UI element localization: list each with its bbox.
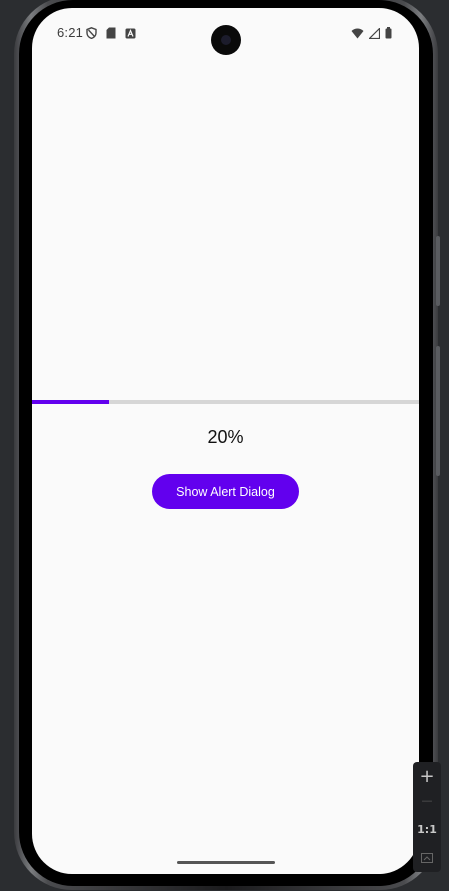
battery-icon xyxy=(385,26,392,44)
sd-card-icon xyxy=(106,26,116,44)
progress-bar-fill xyxy=(32,400,110,404)
device-screen: 6:21 20% Show Alert Dialog xyxy=(32,8,419,874)
progress-bar xyxy=(32,400,419,404)
a-notification-icon xyxy=(125,26,136,44)
system-icons xyxy=(351,26,392,44)
shield-icon xyxy=(86,26,97,44)
status-time: 6:21 xyxy=(57,25,84,40)
cellular-signal-icon xyxy=(368,26,381,44)
emulator-zoom-toolbar: + — 1:1 xyxy=(413,762,441,872)
show-alert-dialog-button[interactable]: Show Alert Dialog xyxy=(152,474,299,509)
fit-screen-icon[interactable] xyxy=(413,848,441,867)
front-camera xyxy=(211,25,241,55)
wifi-icon xyxy=(351,26,364,44)
zoom-out-button[interactable]: — xyxy=(413,794,441,807)
zoom-in-button[interactable]: + xyxy=(413,766,441,787)
status-bar: 6:21 xyxy=(32,8,419,56)
gesture-nav-handle[interactable] xyxy=(177,861,275,864)
actual-size-button[interactable]: 1:1 xyxy=(413,823,441,836)
emulator-stage: 6:21 20% Show Alert Dialog + — 1:1 xyxy=(0,0,449,891)
notification-icons xyxy=(86,26,136,44)
volume-button[interactable] xyxy=(436,236,440,306)
progress-percentage: 20% xyxy=(207,427,244,447)
camera-lens xyxy=(221,35,231,45)
power-button[interactable] xyxy=(436,346,440,476)
